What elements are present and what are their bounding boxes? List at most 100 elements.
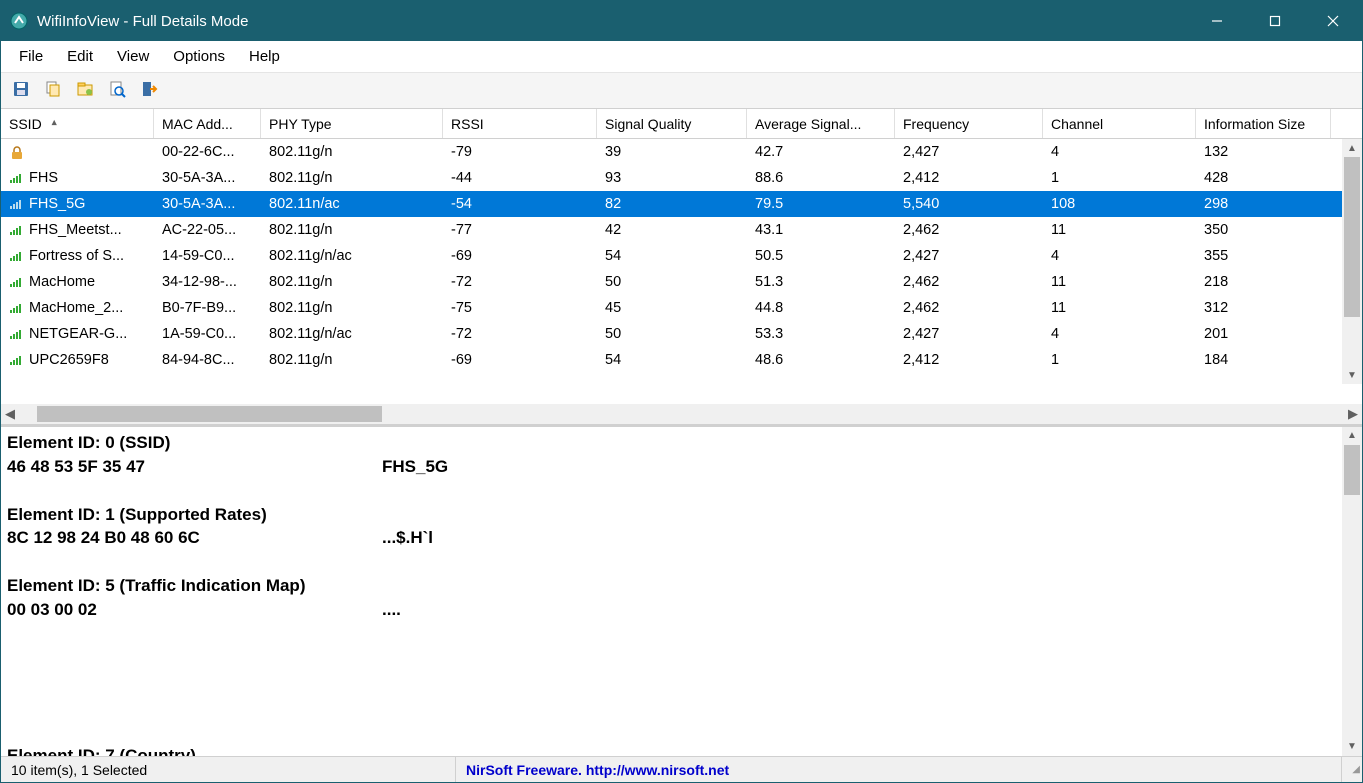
element-hex: 46 48 53 5F 35 47 (7, 455, 382, 479)
table-row[interactable]: Fortress of S...14-59-C0...802.11g/n/ac-… (1, 243, 1362, 269)
save-button[interactable] (7, 77, 35, 105)
column-header-rssi[interactable]: RSSI (443, 109, 597, 138)
menu-view[interactable]: View (105, 44, 161, 69)
cell-asq: 42.7 (747, 142, 895, 162)
element-header: Element ID: 1 (Supported Rates) (7, 503, 1356, 527)
cell-asq: 43.1 (747, 220, 895, 240)
copy-button[interactable] (39, 77, 67, 105)
cell-ssid: FHS (1, 168, 154, 188)
cell-ch: 11 (1043, 298, 1196, 318)
scroll-left-icon[interactable]: ◀ (1, 406, 19, 422)
column-header-ssid[interactable]: SSID▼ (1, 109, 154, 138)
minimize-button[interactable] (1188, 1, 1246, 41)
exit-button[interactable] (135, 77, 163, 105)
properties-icon (76, 80, 94, 101)
table-row[interactable]: FHS30-5A-3A...802.11g/n-449388.62,412142… (1, 165, 1362, 191)
scrollbar-thumb[interactable] (1344, 157, 1360, 317)
scroll-down-icon[interactable]: ▼ (1342, 366, 1362, 384)
resize-grip-icon[interactable]: ◢ (1342, 762, 1362, 777)
cell-rssi: -44 (443, 168, 597, 188)
signal-icon (9, 250, 25, 262)
element-ascii: .... (382, 598, 401, 622)
column-header-asq[interactable]: Average Signal... (747, 109, 895, 138)
menu-edit[interactable]: Edit (55, 44, 105, 69)
cell-ssid: FHS_Meetst... (1, 220, 154, 240)
cell-sq: 39 (597, 142, 747, 162)
cell-freq: 2,462 (895, 298, 1043, 318)
column-header-sq[interactable]: Signal Quality (597, 109, 747, 138)
column-header-phy[interactable]: PHY Type (261, 109, 443, 138)
cell-sq: 50 (597, 324, 747, 344)
column-header-ch[interactable]: Channel (1043, 109, 1196, 138)
cell-freq: 2,462 (895, 220, 1043, 240)
menu-options[interactable]: Options (161, 44, 237, 69)
app-icon (9, 11, 29, 31)
copy-icon (44, 80, 62, 101)
element-block: Element ID: 0 (SSID)46 48 53 5F 35 47FHS… (7, 431, 1356, 479)
scroll-up-icon[interactable]: ▲ (1342, 427, 1362, 445)
horizontal-scrollbar[interactable]: ◀ ▶ (1, 404, 1362, 424)
signal-icon (9, 224, 25, 236)
table-row[interactable]: FHS_Meetst...AC-22-05...802.11g/n-774243… (1, 217, 1362, 243)
exit-icon (140, 80, 158, 101)
cell-phy: 802.11g/n (261, 272, 443, 292)
find-button[interactable] (103, 77, 131, 105)
element-block: Element ID: 1 (Supported Rates)8C 12 98 … (7, 503, 1356, 551)
table-row[interactable]: MacHome_2...B0-7F-B9...802.11g/n-754544.… (1, 295, 1362, 321)
window-controls (1188, 1, 1362, 41)
cell-mac: 30-5A-3A... (154, 168, 261, 188)
cell-phy: 802.11g/n (261, 142, 443, 162)
cell-sq: 45 (597, 298, 747, 318)
properties-button[interactable] (71, 77, 99, 105)
cell-ssid: FHS_5G (1, 194, 154, 214)
scroll-right-icon[interactable]: ▶ (1344, 406, 1362, 422)
toolbar (1, 73, 1362, 109)
signal-icon (9, 354, 25, 366)
save-icon (12, 80, 30, 101)
cell-rssi: -69 (443, 350, 597, 370)
cell-phy: 802.11g/n (261, 350, 443, 370)
scroll-up-icon[interactable]: ▲ (1342, 139, 1362, 157)
cell-is: 312 (1196, 298, 1331, 318)
lock-icon (9, 146, 25, 158)
cell-ssid (1, 144, 154, 160)
menu-file[interactable]: File (7, 44, 55, 69)
scrollbar-thumb[interactable] (37, 406, 382, 422)
column-header-mac[interactable]: MAC Add... (154, 109, 261, 138)
table-row[interactable]: 00-22-6C...802.11g/n-793942.72,4274132 (1, 139, 1362, 165)
cell-ssid: NETGEAR-G... (1, 324, 154, 344)
table-row[interactable]: UPC2659F884-94-8C...802.11g/n-695448.62,… (1, 347, 1362, 373)
cell-ch: 4 (1043, 324, 1196, 344)
cell-ssid: Fortress of S... (1, 246, 154, 266)
cell-phy: 802.11g/n (261, 298, 443, 318)
menu-help[interactable]: Help (237, 44, 292, 69)
status-link[interactable]: NirSoft Freeware. http://www.nirsoft.net (456, 757, 1342, 782)
element-hex: 00 03 00 02 (7, 598, 382, 622)
scrollbar-thumb[interactable] (1344, 445, 1360, 495)
vertical-scrollbar[interactable]: ▲ ▼ (1342, 139, 1362, 384)
element-header: Element ID: 7 (Country) (7, 744, 196, 756)
network-listview[interactable]: SSID▼MAC Add...PHY TypeRSSISignal Qualit… (1, 109, 1362, 404)
cell-sq: 42 (597, 220, 747, 240)
listview-body: 00-22-6C...802.11g/n-793942.72,4274132FH… (1, 139, 1362, 373)
scroll-down-icon[interactable]: ▼ (1342, 738, 1362, 756)
cell-ch: 4 (1043, 246, 1196, 266)
sort-ascending-icon: ▼ (50, 118, 59, 128)
table-row[interactable]: FHS_5G30-5A-3A...802.11n/ac-548279.55,54… (1, 191, 1362, 217)
column-header-is[interactable]: Information Size (1196, 109, 1331, 138)
maximize-button[interactable] (1246, 1, 1304, 41)
cell-is: 355 (1196, 246, 1331, 266)
cell-freq: 2,427 (895, 246, 1043, 266)
column-header-freq[interactable]: Frequency (895, 109, 1043, 138)
cell-phy: 802.11g/n (261, 168, 443, 188)
table-row[interactable]: NETGEAR-G...1A-59-C0...802.11g/n/ac-7250… (1, 321, 1362, 347)
cell-ch: 4 (1043, 142, 1196, 162)
table-row[interactable]: MacHome34-12-98-...802.11g/n-725051.32,4… (1, 269, 1362, 295)
signal-icon (9, 302, 25, 314)
cell-freq: 2,462 (895, 272, 1043, 292)
vertical-scrollbar[interactable]: ▲ ▼ (1342, 427, 1362, 756)
close-button[interactable] (1304, 1, 1362, 41)
cell-ssid: MacHome_2... (1, 298, 154, 318)
cell-asq: 79.5 (747, 194, 895, 214)
cell-ssid: UPC2659F8 (1, 350, 154, 370)
